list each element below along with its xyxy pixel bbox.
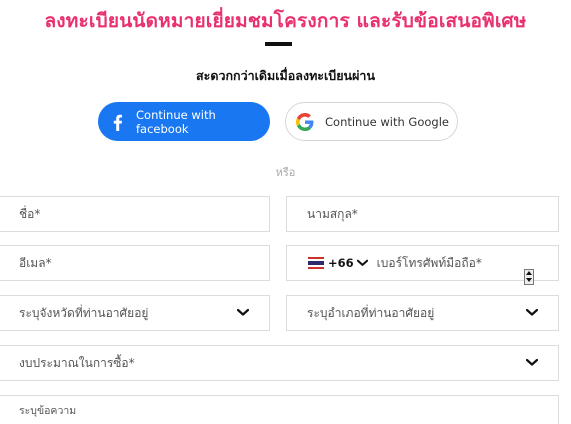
last-name-placeholder: นามสกุล* [307,206,358,221]
email-placeholder: อีเมล* [19,255,52,270]
country-code-selector[interactable]: +66 [328,256,354,270]
chevron-down-icon [526,358,538,366]
page-subtitle: สะดวกกว่าเดิมเมื่อลงทะเบียนผ่าน [196,68,375,83]
facebook-icon [109,113,127,131]
facebook-login-button[interactable]: Continue with facebook [98,102,270,141]
first-name-placeholder: ชื่อ* [19,206,41,221]
or-divider: หรือ [275,166,296,179]
message-placeholder: ระบุข้อความ [19,405,77,417]
email-input[interactable]: อีเมล* [0,245,270,281]
google-icon [296,112,314,131]
message-textarea[interactable]: ระบุข้อความ [0,395,559,424]
spinner-up-icon[interactable] [526,271,532,275]
google-login-label: Continue with Google [325,114,449,129]
page-title: ลงทะเบียนนัดหมายเยี่ยมชมโครงการ และรับข้… [44,10,527,32]
chevron-down-icon [526,308,538,316]
budget-select[interactable]: งบประมาณในการซื้อ* [0,345,559,381]
number-spinner[interactable] [524,268,534,285]
province-select[interactable]: ระบุจังหวัดที่ท่านอาศัยอยู่ [0,295,270,331]
title-underline [265,42,292,46]
phone-field: +66 เบอร์โทรศัพท์มือถือ* [286,245,559,285]
chevron-down-icon[interactable] [356,259,368,267]
budget-placeholder: งบประมาณในการซื้อ* [19,355,135,370]
district-placeholder: ระบุอำเภอที่ท่านอาศัยอยู่ [307,305,435,320]
chevron-down-icon [237,308,249,316]
district-select[interactable]: ระบุอำเภอที่ท่านอาศัยอยู่ [286,295,559,331]
province-placeholder: ระบุจังหวัดที่ท่านอาศัยอยู่ [19,305,149,320]
thailand-flag-icon [308,257,324,269]
google-login-button[interactable]: Continue with Google [285,102,458,141]
phone-input[interactable]: เบอร์โทรศัพท์มือถือ* [377,254,482,273]
first-name-input[interactable]: ชื่อ* [0,196,270,232]
last-name-input[interactable]: นามสกุล* [286,196,559,232]
spinner-down-icon[interactable] [526,278,532,282]
facebook-login-label: Continue with facebook [136,107,216,136]
